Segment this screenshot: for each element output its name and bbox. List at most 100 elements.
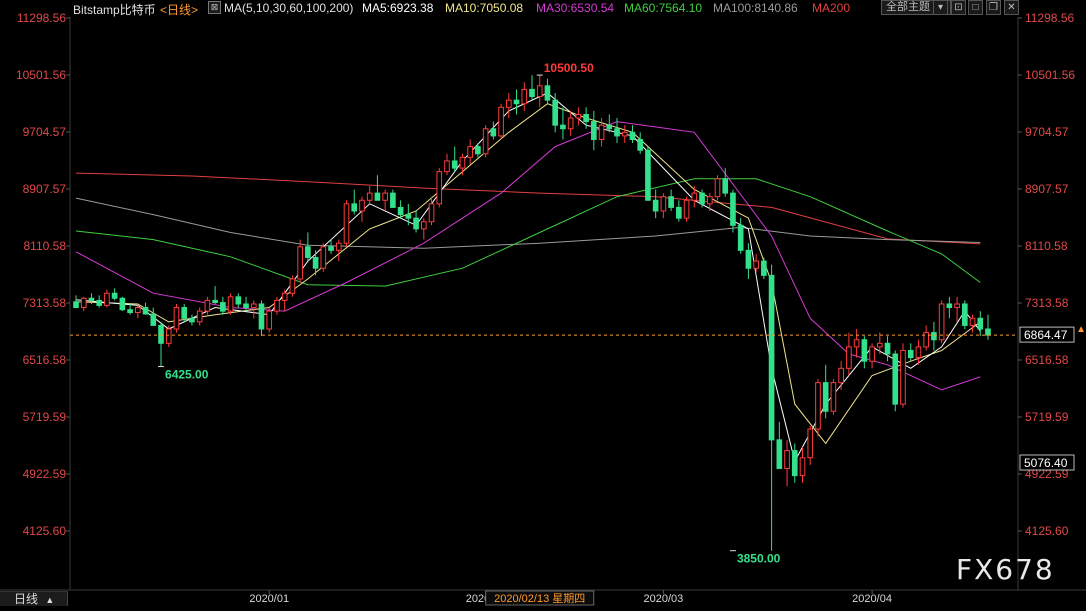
chart-svg[interactable]: 10500.506425.003850.00 11298.56 11298.561… [0,0,1086,606]
candle-body [907,349,914,359]
candle [436,168,443,208]
candle-body [544,85,551,101]
candle-body [227,296,234,312]
candle-body [274,299,280,312]
candle-body [761,260,767,276]
candle-body [846,346,852,369]
y-tick-label-left: 4922.59 [23,467,67,481]
candle-body [567,117,574,130]
candle-body [359,199,365,212]
candle-body [390,192,396,208]
candle [938,300,945,344]
candle-body [830,382,837,412]
candle-body [505,99,512,108]
candle-body [961,303,968,326]
period-tab[interactable]: 日线 ▲ [0,591,68,606]
candle-body [807,428,814,459]
y-tick-label-right: 9704.57 [1025,125,1069,139]
candle [320,243,327,272]
dropdown-caret-icon[interactable]: ▾ [933,0,948,15]
candle-body [475,146,481,155]
indicator-settings-icon[interactable]: ⊠ [208,1,221,14]
candle-body [335,242,342,251]
candle-body [436,171,443,205]
chart[interactable]: 10500.50 6425.00 3850.00 11298.56 11298.56 1… [0,0,1086,606]
candle-body [900,349,906,405]
candle-body [305,246,311,258]
candle-body [297,246,303,280]
candle-body [451,160,458,169]
y-tick-label-left: 7313.58 [23,296,67,310]
candle-body [536,85,543,98]
y-tick-label-left: 8907.57 [23,182,67,196]
candle [830,379,837,415]
candle-body [111,292,118,299]
annotation-label: 6425.00 [165,368,209,382]
candle-body [784,450,790,469]
candle-body [931,332,937,341]
candle-body [977,317,984,330]
close-icon[interactable]: ✕ [1004,0,1019,15]
candle-body [420,221,427,230]
candle-body [204,299,211,312]
last-price-marker: ▲ [1076,324,1086,335]
maximize-icon[interactable]: □ [968,0,983,15]
candle-body [96,299,103,306]
y-tick-label-right: 8907.57 [1025,182,1069,196]
ma100-value: MA100:8140.86 [713,1,798,15]
ma10-value: MA10:7050.08 [445,1,524,15]
candle-body [699,192,705,205]
candle-body [266,310,273,330]
indicator-name[interactable]: MA(5,10,30,60,100,200) [224,1,353,15]
candle-body [312,256,319,269]
candle-body [289,278,296,294]
annotation-label: 10500.50 [544,61,594,75]
y-tick-label-right: 8110.58 [1025,239,1068,253]
candle-body [343,203,350,244]
candle [119,296,126,312]
candle-body [374,192,381,201]
candle-body [235,296,242,305]
indicator-header: Bitstamp比特币 <日线> ⊠ MA(5,10,30,60,100,200… [0,0,1086,18]
candle-body [753,260,759,269]
candle-body [482,128,489,155]
candle [165,325,172,347]
candle-body [591,121,597,140]
candle-body [652,199,659,212]
candle-body [645,149,651,201]
last-price-label: 6864.47 [1024,328,1068,342]
y-tick-label-right: 4125.60 [1025,524,1069,538]
candle-body [73,301,79,309]
restore-icon[interactable]: ❐ [986,0,1001,15]
candle-body [250,303,257,309]
candle [498,103,504,140]
candle [227,293,234,315]
period-link[interactable]: <日线> [160,1,198,18]
candle-body [142,307,149,315]
candle [961,300,968,330]
candle-body [575,113,582,119]
hover-date-label: 2020/02/13 星期四 [494,592,585,605]
candle [266,307,273,333]
candle-body [815,382,821,430]
candle [173,303,180,333]
candle-body [861,339,868,362]
candle-body [853,339,860,348]
candle-body [954,303,960,309]
candle-body [413,217,419,230]
candle-body [220,302,226,312]
candle-body [397,206,404,216]
candle-body [629,131,636,140]
candle-body [88,297,95,301]
y-tick-label-left: 5719.59 [23,410,67,424]
y-tick-label-right: 5719.59 [1025,410,1069,424]
candle-body [165,328,172,344]
ma60-value: MA60:7564.10 [624,1,703,15]
candle [892,350,899,412]
candle-body [529,88,535,98]
magnify-icon[interactable]: ⊡ [951,0,966,15]
candle-body [768,274,775,441]
candle-body [745,249,752,269]
candle-body [637,138,644,151]
candle-body [737,224,744,251]
